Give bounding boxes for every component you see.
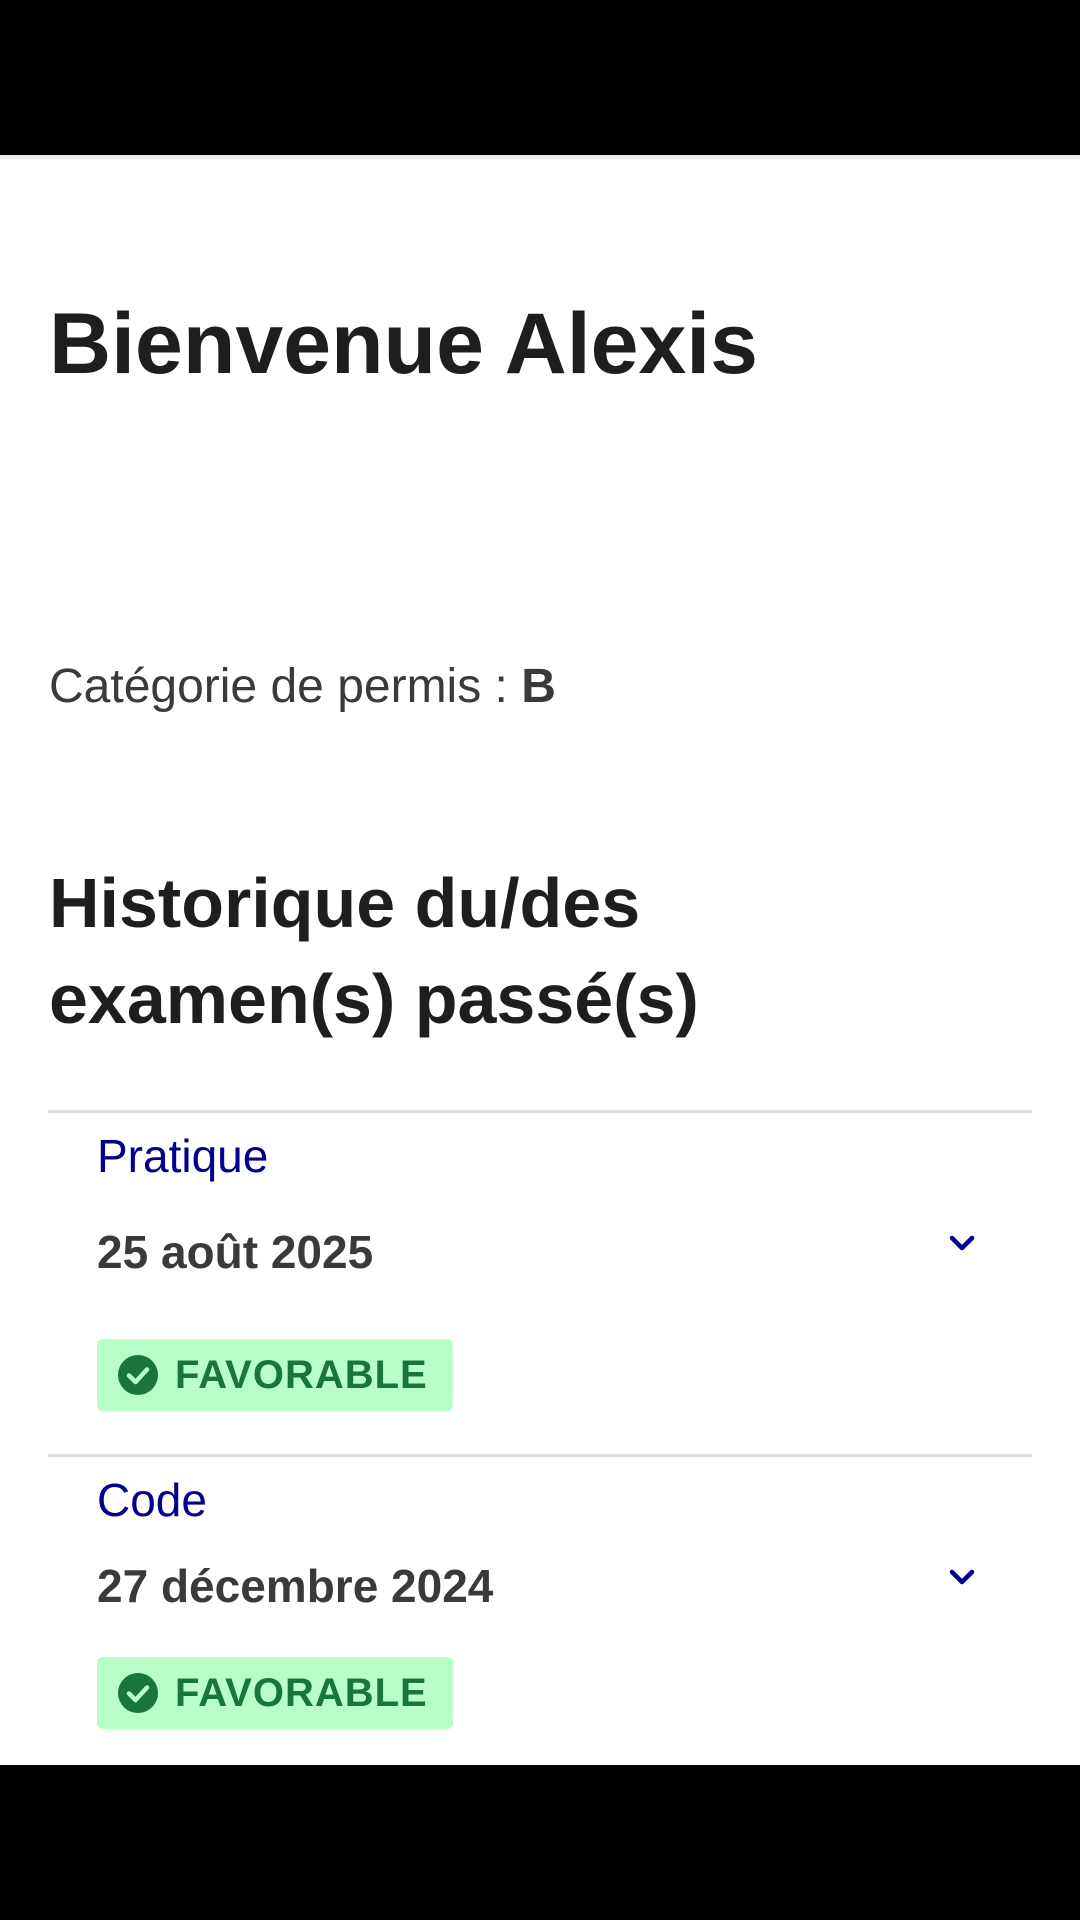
status-badge: FAVORABLE bbox=[97, 1339, 453, 1411]
check-circle-icon bbox=[118, 1355, 158, 1395]
exam-history-title: Historique du/des examen(s) passé(s) bbox=[49, 864, 699, 1038]
status-bar bbox=[0, 0, 1080, 155]
check-circle-icon bbox=[118, 1673, 158, 1713]
main-content: Bienvenue Alexis Catégorie de permis : B… bbox=[0, 155, 1080, 1765]
status-badge-label: FAVORABLE bbox=[175, 1353, 428, 1397]
chevron-down-icon[interactable] bbox=[942, 1223, 982, 1263]
exam-type-label: Pratique bbox=[97, 1130, 269, 1182]
exam-date: 27 décembre 2024 bbox=[97, 1560, 494, 1612]
license-category: Catégorie de permis : B bbox=[49, 663, 556, 711]
welcome-title: Bienvenue Alexis bbox=[49, 296, 758, 392]
license-category-value: B bbox=[521, 660, 556, 713]
exam-item-code[interactable]: Code 27 décembre 2024 FAVORABLE bbox=[48, 1457, 1032, 1765]
exam-date: 25 août 2025 bbox=[97, 1226, 374, 1278]
chevron-down-icon[interactable] bbox=[942, 1557, 982, 1597]
header-divider bbox=[0, 155, 1080, 159]
navigation-bar bbox=[0, 1765, 1080, 1920]
exam-type-label: Code bbox=[97, 1474, 207, 1526]
exam-item-pratique[interactable]: Pratique 25 août 2025 FAVORABLE bbox=[48, 1113, 1032, 1453]
license-category-label: Catégorie de permis : bbox=[49, 660, 522, 713]
status-badge-label: FAVORABLE bbox=[175, 1671, 428, 1715]
status-badge: FAVORABLE bbox=[97, 1657, 453, 1729]
